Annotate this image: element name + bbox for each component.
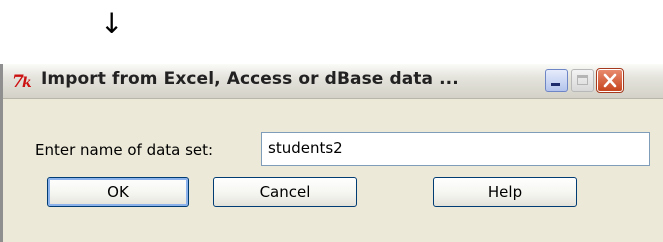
- help-button[interactable]: Help: [433, 177, 577, 207]
- dialog-body: Enter name of data set: students2 OK Can…: [3, 99, 663, 242]
- minimize-button[interactable]: [545, 69, 568, 92]
- ok-button[interactable]: OK: [47, 177, 189, 207]
- minimize-icon: [551, 83, 560, 86]
- cancel-button[interactable]: Cancel: [213, 177, 357, 207]
- tk-feather-icon: 7 k: [12, 71, 38, 92]
- maximize-button[interactable]: [571, 69, 594, 92]
- import-dialog-window: 7 k Import from Excel, Access or dBase d…: [0, 64, 663, 242]
- close-icon: [603, 73, 617, 88]
- down-arrow-indicator: ↓: [100, 7, 124, 40]
- dataset-name-label: Enter name of data set:: [35, 141, 214, 159]
- close-button[interactable]: [596, 68, 624, 93]
- maximize-icon: [577, 75, 588, 85]
- window-title: Import from Excel, Access or dBase data …: [41, 69, 459, 89]
- dataset-name-input[interactable]: students2: [261, 132, 650, 166]
- title-bar[interactable]: 7 k Import from Excel, Access or dBase d…: [3, 64, 663, 99]
- svg-text:k: k: [22, 75, 32, 91]
